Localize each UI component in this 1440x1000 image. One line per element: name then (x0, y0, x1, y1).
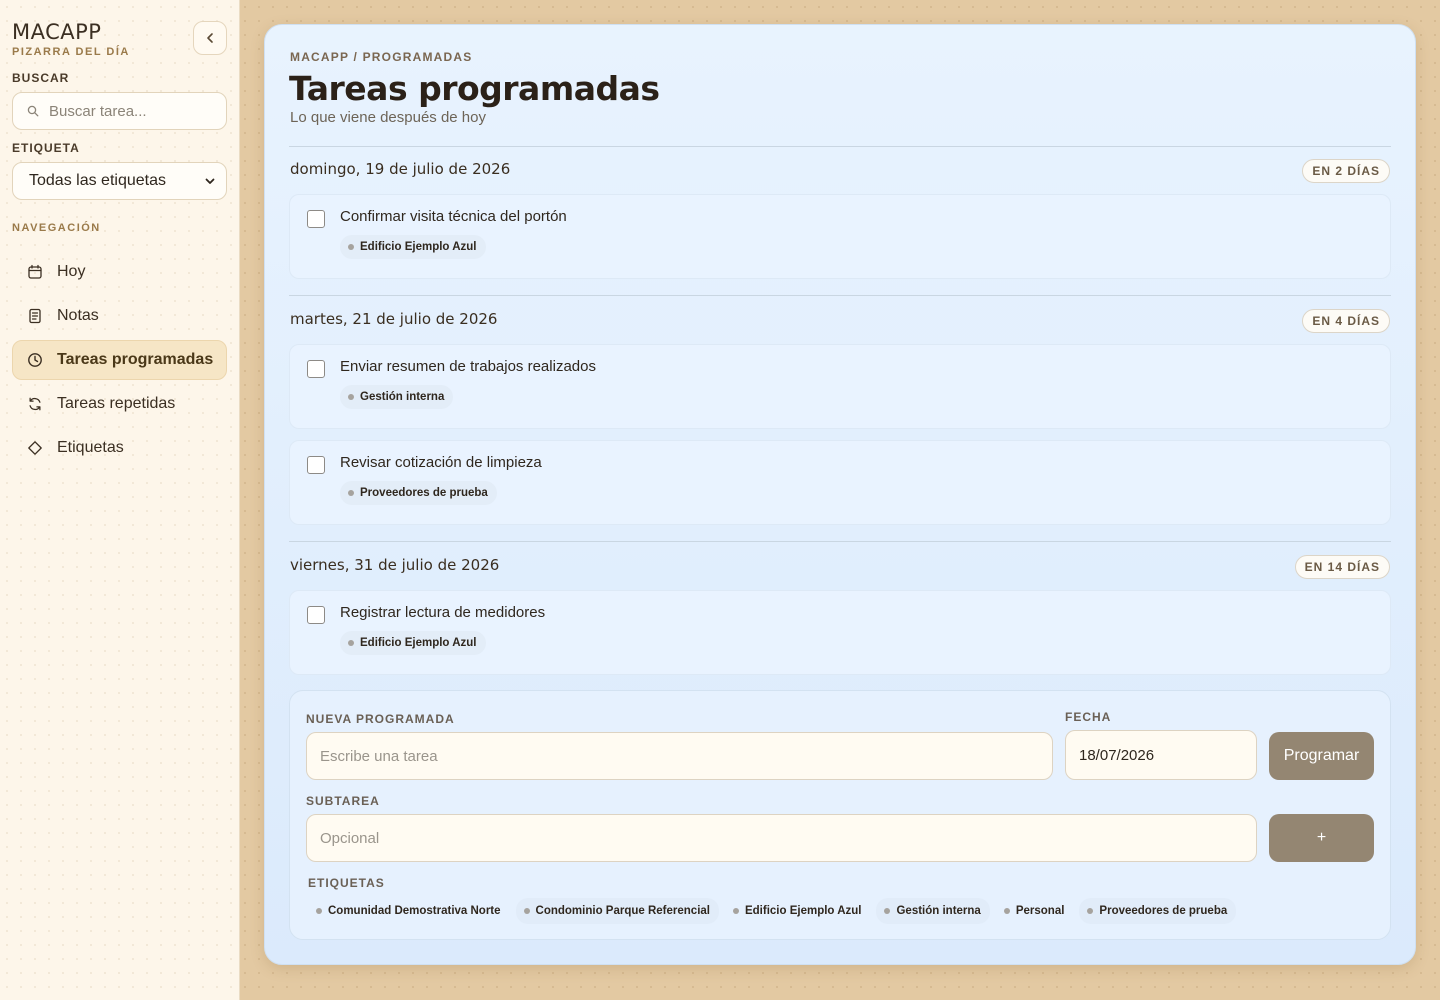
task-tag: Gestión interna (340, 385, 454, 409)
tag-filter-select[interactable]: Todas las etiquetas (12, 162, 227, 200)
tag-dot-icon (348, 244, 354, 250)
tag-dot-icon (348, 490, 354, 496)
tag-option-label: Edificio Ejemplo Azul (744, 905, 862, 917)
chevron-left-icon (207, 33, 213, 43)
task-tag: Proveedores de prueba (340, 481, 497, 505)
tag-dot-icon (884, 908, 891, 914)
tag-filter-label: ETIQUETA (12, 141, 80, 155)
task-title[interactable]: Revisar cotización de limpieza (340, 454, 542, 471)
sidebar-item-notas[interactable]: Notas (12, 296, 227, 336)
subtask-input[interactable] (306, 814, 1257, 862)
sidebar-item-label: Tareas programadas (57, 351, 214, 368)
page-subtitle: Lo que viene después de hoy (290, 109, 486, 126)
task-card: Registrar lectura de medidores Edificio … (289, 590, 1391, 675)
tag-option[interactable]: Gestión interna (876, 898, 990, 924)
days-until-badge: EN 4 DÍAS (1302, 309, 1390, 333)
sidebar-item-label: Etiquetas (57, 439, 124, 456)
clock-icon (27, 352, 43, 368)
tag-icon (27, 440, 43, 456)
page-title: Tareas programadas (289, 69, 660, 108)
sidebar-item-etiquetas[interactable]: Etiquetas (12, 428, 227, 468)
schedule-button[interactable]: Programar (1269, 732, 1374, 780)
sidebar-item-label: Hoy (57, 263, 86, 280)
task-checkbox[interactable] (307, 360, 325, 378)
tag-option-label: Proveedores de prueba (1099, 905, 1228, 917)
new-task-label: NUEVA PROGRAMADA (306, 712, 455, 726)
task-card: Enviar resumen de trabajos realizados Ge… (289, 344, 1391, 429)
app-subtitle: PIZARRA DEL DÍA (12, 46, 130, 58)
refresh-icon (27, 396, 43, 412)
tags-label: ETIQUETAS (308, 876, 385, 890)
day-divider (289, 295, 1391, 296)
sidebar-item-hoy[interactable]: Hoy (12, 252, 227, 292)
tag-label: Edificio Ejemplo Azul (360, 637, 477, 649)
tag-option[interactable]: Edificio Ejemplo Azul (725, 898, 871, 924)
day-title: domingo, 19 de julio de 2026 (290, 160, 511, 178)
tag-label: Edificio Ejemplo Azul (360, 241, 477, 253)
sidebar: MACAPP PIZARRA DEL DÍA BUSCAR ETIQUETA T… (0, 0, 240, 1000)
tag-option-label: Comunidad Demostrativa Norte (328, 905, 501, 917)
chevron-down-icon (205, 178, 215, 184)
task-title[interactable]: Confirmar visita técnica del portón (340, 208, 567, 225)
sidebar-nav: Hoy Notas Tareas programadas Tareas repe… (12, 252, 227, 472)
date-label: FECHA (1065, 710, 1112, 724)
task-title[interactable]: Enviar resumen de trabajos realizados (340, 358, 596, 375)
tag-option-label: Condominio Parque Referencial (535, 905, 710, 917)
search-icon (27, 105, 39, 117)
day-divider (289, 146, 1391, 147)
brand: MACAPP PIZARRA DEL DÍA (12, 20, 130, 58)
tag-dot-icon (348, 640, 354, 646)
tag-dot-icon (523, 908, 530, 914)
tag-label: Proveedores de prueba (360, 487, 488, 499)
nav-label: NAVEGACIÓN (12, 222, 101, 234)
tag-option[interactable]: Comunidad Demostrativa Norte (308, 898, 510, 924)
tag-option[interactable]: Condominio Parque Referencial (515, 898, 719, 924)
sidebar-item-label: Tareas repetidas (57, 395, 176, 412)
task-tag: Edificio Ejemplo Azul (340, 631, 486, 655)
tag-dot-icon (1087, 908, 1094, 914)
days-until-badge: EN 2 DÍAS (1302, 159, 1390, 183)
task-tag: Edificio Ejemplo Azul (340, 235, 486, 259)
collapse-sidebar-button[interactable] (193, 21, 227, 55)
days-until-badge: EN 14 DÍAS (1294, 555, 1390, 579)
day-divider (289, 541, 1391, 542)
task-card: Confirmar visita técnica del portón Edif… (289, 194, 1391, 279)
app-title: MACAPP (12, 20, 102, 44)
tag-option[interactable]: Proveedores de prueba (1079, 898, 1237, 924)
tag-dot-icon (316, 908, 322, 914)
new-task-input[interactable] (306, 732, 1053, 780)
task-title[interactable]: Registrar lectura de medidores (340, 604, 545, 621)
day-title: viernes, 31 de julio de 2026 (290, 556, 500, 574)
tag-option-label: Gestión interna (896, 905, 981, 917)
task-card: Revisar cotización de limpieza Proveedor… (289, 440, 1391, 525)
note-icon (27, 308, 43, 324)
tag-dot-icon (732, 908, 739, 914)
tag-label: Gestión interna (360, 391, 445, 403)
tag-option[interactable]: Personal (996, 898, 1074, 924)
sidebar-item-label: Notas (57, 307, 99, 324)
subtask-label: SUBTAREA (306, 794, 380, 808)
search-box[interactable] (12, 92, 227, 130)
add-subtask-button[interactable]: + (1269, 814, 1374, 862)
task-checkbox[interactable] (307, 606, 325, 624)
tag-filter-value: Todas las etiquetas (29, 172, 166, 189)
search-label: BUSCAR (12, 71, 70, 85)
day-title: martes, 21 de julio de 2026 (290, 310, 498, 328)
breadcrumb: MACAPP / PROGRAMADAS (290, 50, 473, 64)
tag-dot-icon (1003, 908, 1010, 914)
tag-option-label: Personal (1015, 905, 1065, 917)
date-input[interactable] (1065, 730, 1257, 780)
task-checkbox[interactable] (307, 210, 325, 228)
search-input[interactable] (49, 102, 209, 120)
tag-options: Comunidad Demostrativa Norte Condominio … (308, 898, 1237, 924)
new-scheduled-form: NUEVA PROGRAMADA FECHA Programar SUBTARE… (289, 690, 1391, 940)
calendar-icon (27, 264, 43, 280)
main-card: MACAPP / PROGRAMADAS Tareas programadas … (264, 24, 1416, 965)
tag-dot-icon (348, 394, 354, 400)
sidebar-item-tareas-programadas[interactable]: Tareas programadas (12, 340, 227, 380)
sidebar-item-tareas-repetidas[interactable]: Tareas repetidas (12, 384, 227, 424)
task-checkbox[interactable] (307, 456, 325, 474)
